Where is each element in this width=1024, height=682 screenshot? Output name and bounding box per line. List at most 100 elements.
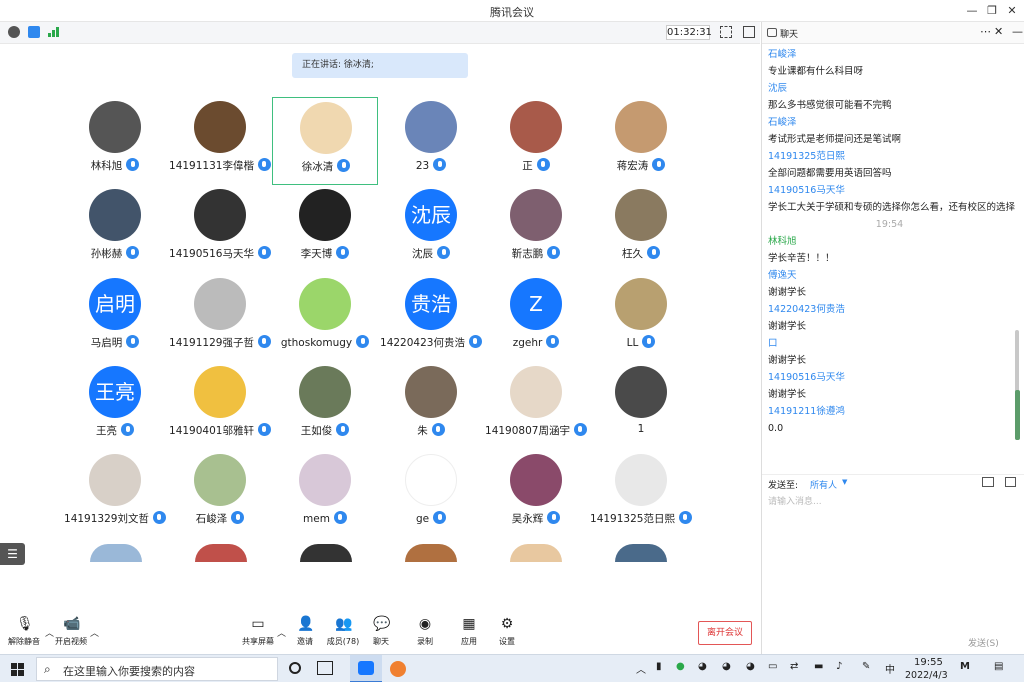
chat-sender[interactable]: 14190516马天华 (768, 369, 1017, 386)
clock-date[interactable]: 2022/4/3 (905, 670, 948, 681)
taskbar-app-meeting[interactable] (350, 655, 382, 682)
tray-qq-icon[interactable]: ◕ (746, 661, 755, 672)
share-screen-icon: ▭ (251, 616, 265, 632)
close-chat-icon[interactable]: ✕ (994, 25, 1003, 38)
avatar: 沈辰 (405, 189, 457, 241)
participant-name-label: ge (415, 513, 430, 525)
avatar: 启明 (89, 278, 141, 330)
tray-wechat-icon[interactable]: ● (676, 661, 685, 672)
avatar (299, 366, 351, 418)
mic-icon (336, 423, 350, 436)
cortana-icon[interactable] (289, 662, 301, 674)
ime-indicator[interactable]: 中 (885, 661, 895, 676)
participant-name-label: 14191329刘文哲 (64, 513, 149, 525)
participant-name-label: 沈辰 (412, 248, 433, 260)
send-to-bar: 发送至: 所有人 ▼ (762, 474, 1024, 492)
tray-monitor-icon[interactable]: ▭ (768, 661, 777, 672)
record-button[interactable]: ◉ 录制 (412, 616, 438, 652)
mic-icon (431, 423, 445, 436)
taskbar-search[interactable]: ⌕ 在这里输入你要搜索的内容 (36, 657, 278, 681)
minimize-button[interactable]: — (963, 2, 981, 20)
avatar (299, 454, 351, 506)
chat-panel: 聊天 ⋯ ✕ — 石峻泽 专业课都有什么科目呀 沈辰 那么多书感觉很可能看不完鸭 石峻泽… (761, 22, 1024, 654)
share-screen-button[interactable]: ▭ 共享屏幕 (240, 616, 276, 652)
chat-sender[interactable]: 14190516马天华 (768, 182, 1017, 199)
screenshot-icon[interactable] (1005, 477, 1016, 487)
participant-tile[interactable]: 14190807周涵宇 (483, 362, 589, 450)
tray-battery-icon[interactable]: ▬ (814, 661, 823, 672)
settings-button[interactable]: ⚙ 设置 (494, 616, 520, 652)
participant-tile[interactable]: 蒋宏涛 (588, 97, 694, 185)
mic-icon (126, 335, 140, 348)
mic-icon (126, 158, 140, 171)
chat-input[interactable]: 请输入消息... (768, 494, 822, 507)
tray-chevron-icon[interactable]: ︿ (636, 661, 646, 676)
participant-name: 枉久 (568, 246, 714, 261)
start-video-button[interactable]: 📹 开启视频 (52, 616, 90, 652)
list-view-button[interactable]: ☰ (0, 543, 25, 565)
chat-sender[interactable]: 14191325范日熙 (768, 148, 1017, 165)
invite-icon: 👤 (297, 616, 315, 632)
signal-icon[interactable] (48, 27, 60, 37)
chat-sender[interactable]: 沈辰 (768, 80, 1017, 97)
chat-sender[interactable]: 口 (768, 335, 1017, 352)
chat-scrollbar-thumb[interactable] (1015, 390, 1020, 440)
file-icon[interactable] (982, 477, 994, 487)
tray-pen-icon[interactable]: ✎ (862, 661, 870, 672)
participant-tile[interactable]: 1 (588, 362, 694, 450)
mic-icon (231, 511, 245, 524)
minimize-chat-icon[interactable]: — (1012, 25, 1023, 38)
chat-message: 石峻泽 专业课都有什么科目呀 (762, 46, 1017, 80)
maximize-button[interactable]: ❐ (983, 2, 1001, 20)
mic-icon (547, 511, 561, 524)
participant-tile[interactable]: 枉久 (588, 185, 694, 273)
apps-icon: ▦ (462, 616, 476, 632)
chat-sender[interactable]: 14191211徐遵鸿 (768, 403, 1017, 420)
leave-meeting-button[interactable]: 离开会议 (698, 621, 752, 645)
members-button[interactable]: 👥 成员(78) (326, 616, 360, 652)
tray-app-icon[interactable]: M (960, 661, 970, 672)
chevron-up-icon[interactable]: ︿ (90, 626, 99, 639)
meeting-app-icon (358, 661, 374, 675)
send-to-select[interactable]: 所有人 (810, 478, 837, 491)
close-button[interactable]: ✕ (1003, 2, 1021, 20)
participant-tile[interactable]: LL (588, 274, 694, 362)
fullscreen-icon[interactable] (720, 26, 732, 38)
more-icon[interactable]: ⋯ (980, 25, 991, 38)
chat-sender[interactable]: 石峻泽 (768, 46, 1017, 63)
task-view-icon[interactable] (317, 661, 333, 675)
windows-start-icon[interactable] (11, 663, 24, 676)
participant-name-label: 朱 (417, 425, 428, 437)
chat-message: 14191325范日熙 全部问题都需要用英语回答吗 (762, 148, 1017, 182)
clock-time[interactable]: 19:55 (914, 657, 943, 668)
info-icon[interactable] (8, 26, 20, 38)
avatar (194, 454, 246, 506)
tray-qq-icon[interactable]: ◕ (722, 661, 731, 672)
invite-button[interactable]: 👤 邀请 (292, 616, 318, 652)
tray-mic-icon[interactable]: ▮ (656, 661, 662, 672)
apps-button[interactable]: ▦ 应用 (456, 616, 482, 652)
search-icon: ⌕ (44, 662, 51, 676)
participant-name-label: gthoskomugy (280, 337, 353, 349)
chat-message: 14191211徐遵鸿 0.0 (762, 403, 1017, 437)
chat-button[interactable]: 💬 聊天 (368, 616, 394, 652)
title-bar: 腾讯会议 — ❐ ✕ (0, 0, 1024, 22)
tray-volume-icon[interactable]: ♪ (836, 661, 842, 672)
tray-network-icon[interactable]: ⇄ (790, 661, 798, 672)
unmute-button[interactable]: 🎙 解除静音 (4, 616, 44, 652)
chat-sender[interactable]: 傅逸天 (768, 267, 1017, 284)
layout-icon[interactable] (743, 26, 755, 38)
chat-sender[interactable]: 14220423何贵浩 (768, 301, 1017, 318)
shield-icon[interactable] (28, 26, 40, 38)
chat-sender[interactable]: 林科旭 (768, 233, 1017, 250)
notification-icon[interactable]: ▤ (994, 661, 1003, 672)
taskbar-app-browser-icon[interactable] (390, 661, 406, 677)
chevron-up-icon[interactable]: ︿ (277, 626, 286, 639)
participant-name: 14191325范日熙 (568, 511, 714, 526)
send-button[interactable]: 发送(S) (968, 636, 999, 649)
mic-icon (126, 246, 140, 259)
tray-qq-icon[interactable]: ◕ (698, 661, 707, 672)
chevron-down-icon[interactable]: ▼ (842, 478, 847, 486)
participant-tile[interactable]: 14191325范日熙 (588, 450, 694, 538)
chat-sender[interactable]: 石峻泽 (768, 114, 1017, 131)
